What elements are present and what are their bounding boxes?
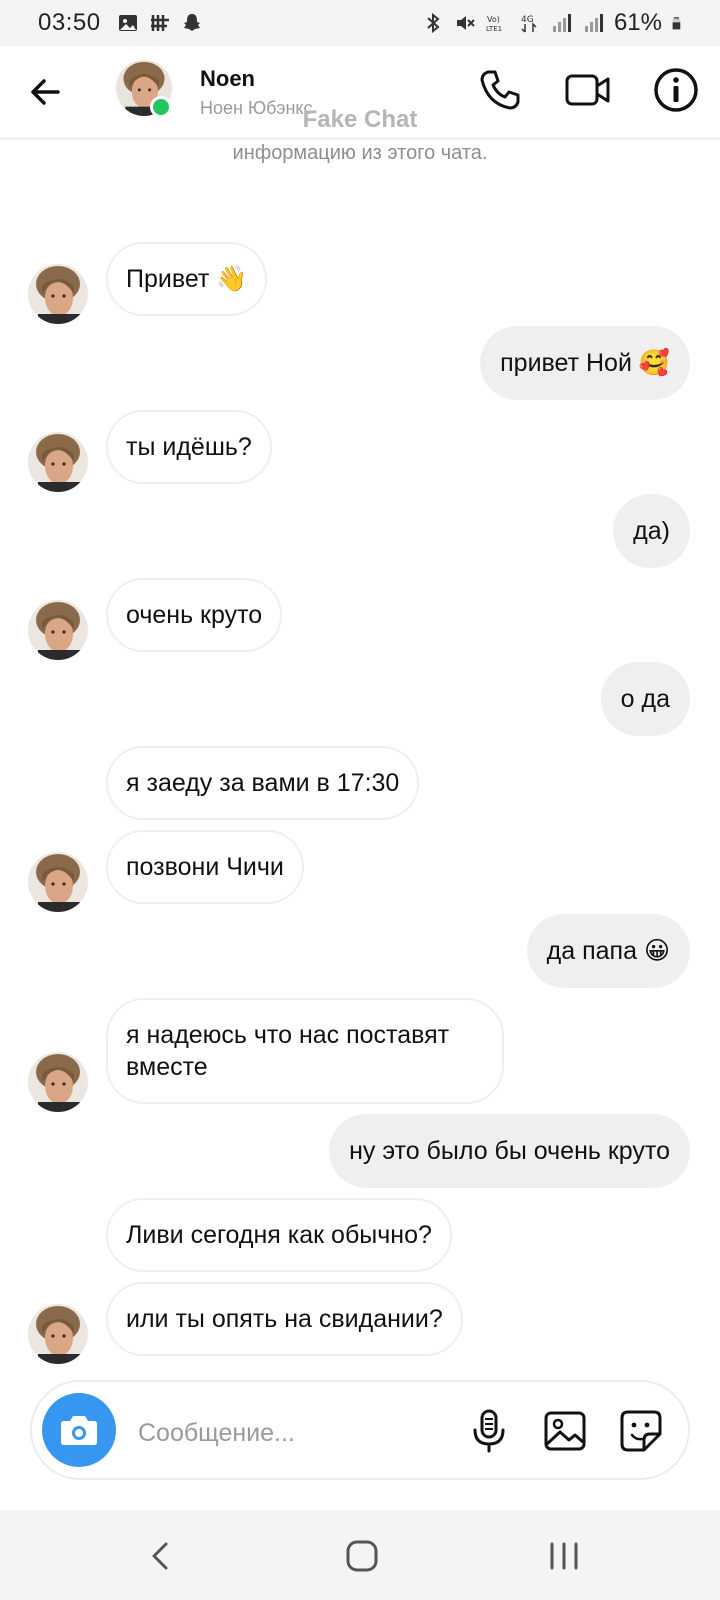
volte-icon: Vo)LTE1 bbox=[486, 15, 502, 33]
incoming-message[interactable]: Привет 👋 bbox=[106, 242, 268, 316]
mute-icon bbox=[456, 16, 475, 30]
system-note: информацию из этого чата. bbox=[232, 142, 488, 164]
4g-icon: 4G bbox=[521, 15, 537, 33]
incoming-message[interactable]: позвони Чичи bbox=[106, 830, 304, 904]
message-input[interactable] bbox=[136, 1412, 440, 1454]
recents-icon[interactable] bbox=[544, 1536, 584, 1576]
gallery-icon[interactable] bbox=[542, 1408, 588, 1454]
sticker-icon[interactable] bbox=[618, 1408, 664, 1454]
svg-text:4G: 4G bbox=[521, 15, 534, 25]
snapchat-icon bbox=[183, 14, 200, 31]
sender-avatar[interactable] bbox=[28, 1304, 88, 1364]
incoming-message[interactable]: ты идёшь? bbox=[106, 410, 272, 484]
incoming-message[interactable]: или ты опять на свидании? bbox=[106, 1282, 463, 1356]
microphone-icon[interactable] bbox=[466, 1408, 512, 1454]
status-time: 03:50 bbox=[38, 9, 101, 36]
incoming-message[interactable]: Ливи сегодня как обычно? bbox=[106, 1198, 452, 1272]
svg-text:Vo): Vo) bbox=[487, 15, 500, 24]
signal-icon bbox=[552, 14, 571, 32]
incoming-message[interactable]: я заеду за вами в 17:30 bbox=[106, 746, 420, 820]
battery-percent: 61% bbox=[613, 9, 662, 36]
message-composer bbox=[30, 1380, 690, 1480]
outgoing-message[interactable]: да) bbox=[613, 494, 690, 568]
sender-avatar[interactable] bbox=[28, 1052, 88, 1112]
outgoing-message[interactable]: о да bbox=[600, 662, 690, 736]
outgoing-message[interactable]: привет Ной 🥰 bbox=[480, 326, 690, 400]
incoming-message[interactable]: очень круто bbox=[106, 578, 283, 652]
contact-name[interactable]: Noen bbox=[200, 66, 255, 92]
sender-avatar[interactable] bbox=[28, 264, 88, 324]
battery-icon bbox=[672, 17, 681, 30]
bluetooth-icon bbox=[427, 12, 440, 34]
system-navigation-bar bbox=[0, 1510, 720, 1600]
incoming-message[interactable]: я надеюсь что нас поставят вместе bbox=[106, 998, 504, 1104]
camera-icon bbox=[61, 1416, 97, 1445]
signal-icon bbox=[584, 14, 603, 32]
status-bar: 03:50 Vo) LTE1 4G 61% bbox=[0, 0, 720, 46]
sender-avatar[interactable] bbox=[28, 432, 88, 492]
sender-avatar[interactable] bbox=[28, 600, 88, 660]
app-notification-icon bbox=[150, 15, 169, 31]
watermark: Fake Chat bbox=[302, 106, 418, 133]
home-icon[interactable] bbox=[342, 1536, 382, 1576]
image-notification-icon bbox=[118, 15, 137, 31]
camera-button[interactable] bbox=[42, 1393, 116, 1467]
sender-avatar[interactable] bbox=[28, 852, 88, 912]
svg-text:LTE1: LTE1 bbox=[486, 25, 502, 33]
outgoing-message[interactable]: ну это было бы очень круто bbox=[329, 1114, 690, 1188]
back-icon[interactable] bbox=[142, 1536, 182, 1576]
outgoing-message[interactable]: да папа 😀 bbox=[526, 914, 690, 988]
